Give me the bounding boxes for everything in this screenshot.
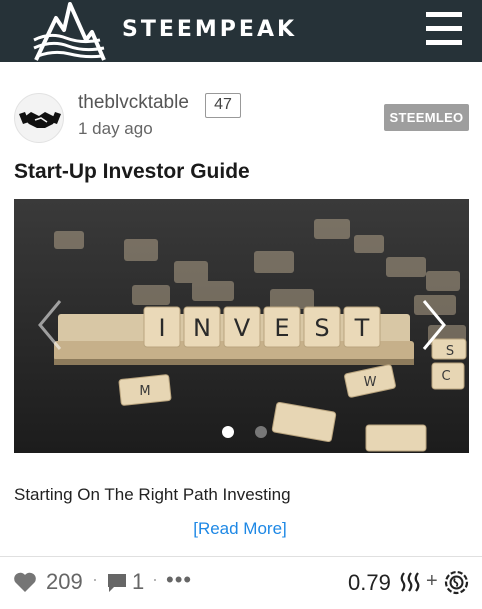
svg-text:M: M (139, 384, 150, 399)
carousel-dot-active[interactable] (222, 426, 234, 438)
vote-count[interactable]: 209 (46, 569, 83, 595)
svg-text:E: E (274, 314, 289, 342)
read-more-link[interactable]: [Read More] (193, 519, 287, 538)
post-excerpt: Starting On The Right Path Investing (14, 485, 291, 504)
more-options-button[interactable]: ••• (166, 567, 192, 593)
post-timestamp: 1 day ago (78, 119, 153, 138)
steem-logo-icon (400, 572, 420, 592)
read-more-link-wrapper: [Read More] (0, 519, 482, 539)
comment-count[interactable]: 1 (132, 569, 144, 595)
svg-text:C: C (441, 369, 450, 384)
scrabble-tiles-invest-image: I N V E S T M W C S (14, 199, 469, 453)
svg-text:V: V (234, 314, 251, 342)
avatar[interactable] (14, 93, 64, 143)
carousel-dot[interactable] (255, 426, 267, 438)
post-card: theblvcktable 47 1 day ago STEEMLEO Star… (0, 62, 482, 609)
comment-icon[interactable] (106, 572, 128, 594)
svg-text:S: S (314, 314, 329, 342)
separator-dot: · (92, 569, 98, 589)
community-tag[interactable]: STEEMLEO (384, 104, 469, 131)
svg-text:T: T (354, 314, 370, 342)
top-navigation-bar: STEEMPEAK (0, 0, 482, 62)
payout-value[interactable]: 0.79 (348, 570, 391, 596)
image-carousel[interactable]: I N V E S T M W C S (14, 199, 469, 453)
plus-sign: + (426, 570, 438, 592)
reputation-badge: 47 (205, 93, 241, 118)
svg-text:W: W (364, 375, 377, 390)
post-title[interactable]: Start-Up Investor Guide (14, 160, 250, 184)
carousel-next-icon[interactable] (416, 295, 452, 355)
svg-text:I: I (158, 314, 165, 342)
brand-name[interactable]: STEEMPEAK (122, 17, 297, 42)
mountain-logo-icon[interactable] (30, 0, 110, 62)
svg-text:N: N (193, 314, 211, 342)
carousel-prev-icon[interactable] (32, 295, 68, 355)
steem-power-icon (444, 570, 469, 595)
post-footer: 209 · 1 · ••• 0.79 + (0, 556, 482, 609)
heart-icon[interactable] (13, 571, 37, 593)
separator-dot: · (152, 569, 158, 589)
handshake-icon (19, 112, 61, 128)
hamburger-menu-icon[interactable] (426, 12, 462, 46)
author-name[interactable]: theblvcktable (78, 92, 189, 114)
